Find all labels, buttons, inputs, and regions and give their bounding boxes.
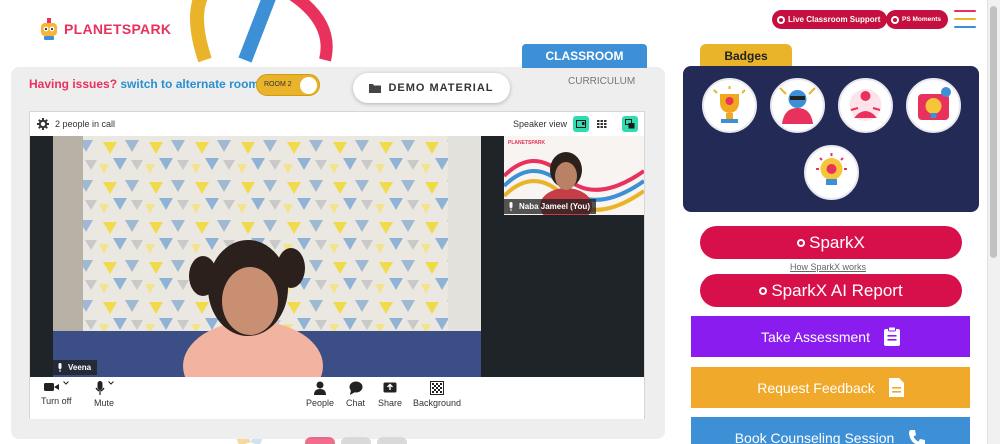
meditation-badge[interactable] [838,78,893,133]
people-in-call-count: 2 people in call [55,119,116,129]
take-assessment-label: Take Assessment [761,328,870,345]
video-camera-icon [43,383,59,391]
sparkx-label: SparkX [809,232,865,252]
superhero-badge[interactable] [770,78,825,133]
tab-curriculum[interactable]: CURRICULUM [568,76,635,87]
grid-view-icon [597,120,607,128]
main-video-feed[interactable]: Veena [53,136,481,377]
gallery-view-button[interactable] [594,116,610,132]
toggle-knob [300,77,317,94]
book-counseling-button[interactable]: Book Counseling Session [691,417,970,444]
tab-classroom[interactable]: CLASSROOM [522,44,647,68]
planetspark-logo[interactable]: PLANETSPARK [38,14,171,44]
record-icon [777,15,785,24]
room-toggle-label: ROOM 2 [264,81,292,88]
record-icon [797,238,806,247]
switch-room-link[interactable]: switch to alternate room [120,77,259,91]
record-icon [759,286,768,295]
issue-question: Having issues? [29,77,118,91]
chat-label: Chat [346,398,366,408]
live-classroom-support-button[interactable]: Live Classroom Support [772,10,888,29]
self-nametag: Naba Jameel (You) [504,199,596,214]
chevron-down-icon[interactable] [107,381,114,385]
robot-logo-icon [41,18,57,40]
mute-button[interactable]: Mute [94,381,114,408]
bottom-toolbar-peek [305,437,407,444]
people-label: People [306,398,335,408]
demo-material-button[interactable]: DEMO MATERIAL [353,73,510,103]
trophy-badge[interactable] [702,78,757,133]
microphone-icon [94,381,105,395]
speaker-view-button[interactable] [573,116,589,132]
main-participant-name: Veena [68,363,92,372]
pip-button[interactable] [622,116,638,132]
chevron-down-icon[interactable] [62,381,69,385]
creative-badge[interactable] [804,145,859,200]
book-counseling-label: Book Counseling Session [734,429,895,444]
live-support-label: Live Classroom Support [788,15,881,24]
scrollbar-thumb[interactable] [990,6,997,258]
folder-icon [369,84,382,93]
picture-in-picture-icon [625,119,635,129]
ps-moments-button[interactable]: PS Moments [886,10,949,29]
sparkx-button[interactable]: SparkX [700,226,962,259]
microphone-icon [509,202,513,211]
lightbulb-icon [918,87,951,120]
turn-off-label: Turn off [41,396,72,406]
microphone-icon [58,363,62,372]
hamburger-menu-icon[interactable] [954,10,976,28]
sparkx-ai-report-label: SparkX AI Report [771,280,903,300]
participant-video-image [53,136,481,377]
logo-text-spark: SPARK [121,21,172,37]
gear-icon[interactable] [37,118,49,130]
background-button[interactable]: Background [413,381,461,408]
share-label: Share [378,398,403,408]
clipboard-icon [883,327,900,346]
demo-material-label: DEMO MATERIAL [388,82,494,94]
record-icon [891,15,899,24]
chat-bubble-icon [349,381,362,395]
sparkx-ai-report-button[interactable]: SparkX AI Report [700,274,962,307]
creative-bulb-icon [816,153,847,185]
document-icon [888,378,904,397]
video-call-header: 2 people in call Speaker view [30,112,644,136]
request-feedback-button[interactable]: Request Feedback [691,367,970,408]
room-toggle[interactable]: ROOM 2 [256,74,320,96]
speaker-view-icon [576,120,586,128]
request-feedback-label: Request Feedback [757,379,875,396]
turn-off-camera-button[interactable]: Turn off [41,381,72,406]
ps-moments-label: PS Moments [902,16,942,23]
trophy-icon [713,86,746,123]
superhero-icon [779,87,816,124]
chat-button[interactable]: Chat [346,381,365,408]
mute-label: Mute [94,398,115,408]
alternate-room-prompt: Having issues? switch to alternate room [29,77,259,91]
background-icon [430,381,445,395]
people-button[interactable]: People [306,381,334,408]
idea-badge[interactable] [906,78,961,133]
self-video-feed[interactable]: PLANETSPARK Naba Jameel (You) [504,136,644,215]
self-feed-logo: PLANETSPARK [508,140,546,146]
how-sparkx-works-link[interactable]: How SparkX works [790,262,866,272]
main-participant-nametag: Veena [53,360,98,375]
badges-title: Badges [700,44,792,68]
share-button[interactable]: Share [378,381,402,408]
phone-icon [909,429,926,444]
take-assessment-button[interactable]: Take Assessment [691,316,970,357]
meditation-icon [849,89,882,121]
background-label: Background [413,398,462,408]
share-screen-icon [383,382,397,393]
view-mode-label: Speaker view [512,119,567,129]
logo-text-planet: PLANET [64,21,122,37]
self-participant-name: Naba Jameel (You) [519,202,590,211]
person-icon [314,381,327,395]
call-control-bar [30,377,644,419]
